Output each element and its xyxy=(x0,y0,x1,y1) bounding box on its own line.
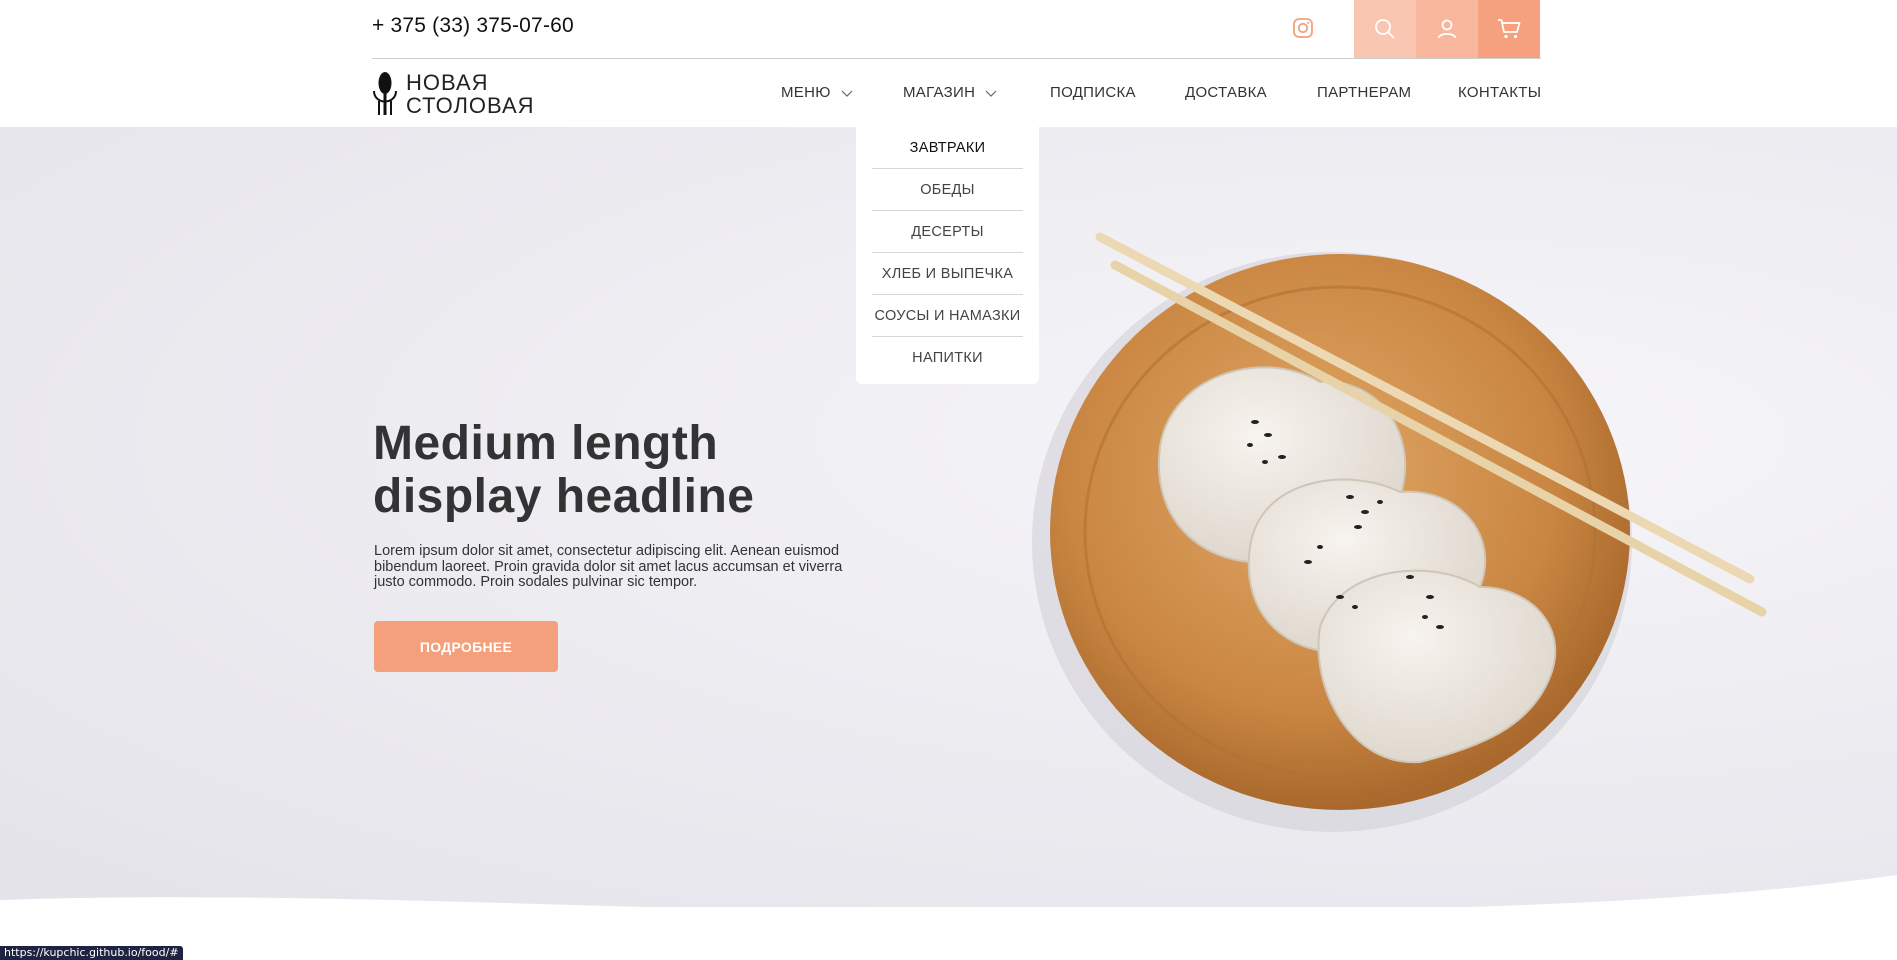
shop-dropdown-menu: ЗАВТРАКИ ОБЕДЫ ДЕСЕРТЫ ХЛЕБ И ВЫПЕЧКА СО… xyxy=(856,127,1039,384)
hero-headline-line-1: Medium length xyxy=(373,417,719,470)
search-button[interactable] xyxy=(1354,0,1416,58)
hero-body-text: Lorem ipsum dolor sit amet, consectetur … xyxy=(374,543,843,590)
user-icon xyxy=(1437,19,1457,39)
dropdown-item-bread[interactable]: ХЛЕБ И ВЫПЕЧКА xyxy=(872,253,1023,295)
dropdown-item-breakfasts[interactable]: ЗАВТРАКИ xyxy=(872,127,1023,169)
nav-label-menu: МЕНЮ xyxy=(781,84,831,101)
phone-number[interactable]: + 375 (33) 375-07-60 xyxy=(372,14,574,38)
cart-icon xyxy=(1498,19,1521,39)
dropdown-item-desserts[interactable]: ДЕСЕРТЫ xyxy=(872,211,1023,253)
nav-item-delivery[interactable]: ДОСТАВКА xyxy=(1185,84,1267,101)
instagram-icon[interactable] xyxy=(1291,16,1315,40)
wave-divider xyxy=(0,875,1897,960)
dropdown-item-lunches[interactable]: ОБЕДЫ xyxy=(872,169,1023,211)
hero-headline: Medium length display headline xyxy=(373,417,893,523)
more-details-button[interactable]: ПОДРОБНЕЕ xyxy=(374,621,558,672)
logo-line-2: СТОЛОВАЯ xyxy=(406,93,535,118)
top-bar: + 375 (33) 375-07-60 xyxy=(372,0,1541,59)
chevron-down-icon xyxy=(985,90,997,97)
status-bar-url: https://kupchic.github.io/food/# xyxy=(0,946,183,960)
leaf-fork-logo-icon xyxy=(373,72,397,115)
nav-item-subscription[interactable]: ПОДПИСКА xyxy=(1050,84,1136,101)
dropdown-item-drinks[interactable]: НАПИТКИ xyxy=(872,337,1023,378)
nav-item-partners[interactable]: ПАРТНЕРАМ xyxy=(1317,84,1411,101)
nav-item-shop[interactable]: МАГАЗИН xyxy=(903,84,997,101)
dropdown-item-sauces[interactable]: СОУСЫ И НАМАЗКИ xyxy=(872,295,1023,337)
hero-headline-line-2: display headline xyxy=(373,470,755,523)
nav-item-menu[interactable]: МЕНЮ xyxy=(781,84,853,101)
logo-line-1: НОВАЯ xyxy=(406,70,489,95)
nav-label-shop: МАГАЗИН xyxy=(903,84,976,101)
logo[interactable]: НОВАЯ СТОЛОВАЯ xyxy=(370,69,550,119)
main-navigation-bar: НОВАЯ СТОЛОВАЯ МЕНЮ МАГАЗИН ПОДПИСКА ДОС… xyxy=(0,59,1897,126)
account-button[interactable] xyxy=(1416,0,1478,58)
chevron-down-icon xyxy=(841,90,853,97)
cart-button[interactable] xyxy=(1478,0,1540,58)
search-icon xyxy=(1375,19,1395,39)
dumplings-plate-image xyxy=(1032,232,1767,832)
nav-item-contacts[interactable]: КОНТАКТЫ xyxy=(1458,84,1541,101)
